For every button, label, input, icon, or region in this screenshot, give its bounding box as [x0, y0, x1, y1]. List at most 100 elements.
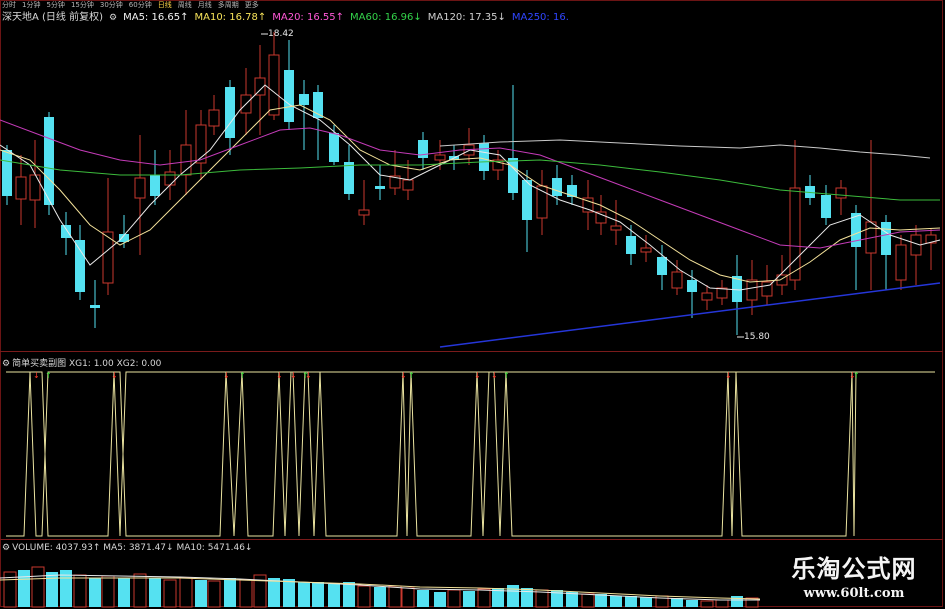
candle-body-down — [375, 186, 385, 189]
volume-bar-up — [388, 585, 402, 608]
indicator-readout: 简单买卖副图 XG1: 1.00 XG2: 0.00 — [12, 359, 162, 369]
buy-arrow-icon: ↑ — [853, 371, 860, 380]
volume-bar-down — [149, 578, 161, 607]
candle-body-down — [626, 236, 636, 254]
volume-bar-down — [343, 582, 355, 607]
candle-body-up — [610, 225, 622, 231]
volume-bar-up — [207, 580, 221, 608]
volume-bar-down — [625, 596, 637, 607]
sell-arrow-icon: ↓ — [276, 371, 283, 380]
sell-arrow-icon: ↓ — [111, 371, 118, 380]
candle-body-up — [789, 187, 801, 281]
volume-bar-down — [328, 584, 340, 607]
candle-body-down — [687, 280, 697, 292]
candle-body-down — [90, 305, 100, 308]
low-price-label: 15.80 — [744, 332, 770, 342]
candle-body-up — [746, 279, 758, 301]
volume-bar-down — [89, 578, 101, 607]
xg1-line — [6, 371, 935, 537]
candle-body-down — [344, 162, 354, 194]
buy-arrow-icon: ↑ — [45, 371, 52, 380]
volume-bar-up — [700, 600, 714, 608]
candle-body-up — [595, 211, 607, 224]
volume-bar-down — [18, 570, 30, 607]
sell-arrow-icon: ↓ — [400, 371, 407, 380]
candle-body-down — [552, 178, 562, 196]
volume-bar-up — [179, 577, 193, 608]
candle-body-up — [640, 247, 652, 253]
volume-bar-up — [357, 585, 371, 608]
candle-body-down — [61, 225, 71, 238]
volume-bar-down — [610, 596, 622, 607]
sell-arrow-icon: ↓ — [725, 371, 732, 380]
volume-bar-up — [581, 593, 595, 608]
high-price-label: 18.42 — [268, 29, 294, 39]
volume-bar-up — [31, 566, 45, 608]
candle-body-up — [835, 187, 847, 199]
candle-body-down — [821, 195, 831, 218]
volume-bar-up — [401, 587, 415, 608]
candle-body-up — [29, 174, 41, 201]
candle-body-down — [75, 240, 85, 292]
sell-arrow-icon: ↓ — [305, 371, 312, 380]
panel-divider — [0, 351, 943, 352]
candle-body-up — [671, 271, 683, 289]
candle-body-down — [522, 180, 532, 220]
gear-icon[interactable]: ⚙ — [2, 359, 10, 369]
candle-body-down — [225, 87, 235, 138]
volume-bar-down — [46, 572, 58, 607]
volume-bar-down — [595, 594, 607, 607]
candle-body-up — [208, 109, 220, 127]
candle-body-up — [164, 171, 176, 186]
volume-bar-down — [671, 598, 683, 607]
candle-body-up — [895, 244, 907, 281]
sell-arrow-icon: ↓ — [223, 371, 230, 380]
volume-bar-down — [434, 592, 446, 607]
volume-bar-down — [417, 590, 429, 607]
volume-bar-down — [640, 597, 652, 607]
gear-icon[interactable]: ⚙ — [2, 543, 10, 553]
sell-arrow-icon: ↓ — [33, 371, 40, 380]
candle-body-up — [434, 154, 446, 161]
candle-body-up — [701, 292, 713, 301]
volume-bar-down — [298, 582, 310, 607]
candle-body-down — [881, 222, 891, 255]
volume-bar-up — [133, 573, 147, 608]
buy-arrow-icon: ↑ — [503, 371, 510, 380]
candle-body-up — [402, 179, 414, 191]
candle-body-down — [508, 158, 518, 193]
volume-bar-down — [731, 596, 743, 607]
panel-divider — [0, 539, 943, 540]
candlestick-chart[interactable]: ↓ ↑ ↓ ↓ ↑ ↓ ↓ ↑↓ ↓ ↑ ↓ ↓ ↑ ↓ ↓↑ — [0, 0, 945, 609]
candle-body-down — [44, 117, 54, 205]
volume-bar-down — [283, 579, 295, 607]
sell-arrow-icon: ↓ — [474, 371, 481, 380]
volume-bar-up — [73, 574, 87, 608]
volume-bar-down — [507, 585, 519, 607]
volume-bar-up — [239, 579, 253, 608]
volume-bar-down — [224, 578, 236, 607]
volume-bar-down — [195, 580, 207, 607]
candle-body-up — [15, 176, 27, 200]
volume-bar-down — [686, 600, 698, 607]
candle-body-up — [268, 54, 280, 116]
volume-bar-down — [374, 587, 386, 607]
sell-arrow-icon: ↓ — [491, 371, 498, 380]
candle-body-down — [479, 143, 489, 171]
indicator-panel-header: ⚙ 简单买卖副图 XG1: 1.00 XG2: 0.00 — [2, 356, 161, 369]
candle-body-down — [2, 150, 12, 196]
candle-body-down — [657, 257, 667, 275]
watermark-text: 乐淘公式网 — [791, 554, 917, 583]
ma250-trendline — [439, 282, 941, 348]
volume-bar-down — [521, 588, 533, 607]
volume-bar-up — [163, 579, 177, 608]
candle-body-down — [329, 133, 339, 162]
volume-readout: VOLUME: 4037.93↑ MA5: 3871.47↓ MA10: 547… — [12, 543, 253, 553]
candle-body-down — [299, 94, 309, 105]
candle-body-up — [358, 209, 370, 216]
watermark-url: www.60lt.com — [803, 586, 905, 601]
volume-bar-down — [463, 591, 475, 607]
volume-bar-down — [312, 582, 324, 607]
buy-arrow-icon: ↑ — [408, 371, 415, 380]
candle-body-down — [150, 175, 160, 196]
